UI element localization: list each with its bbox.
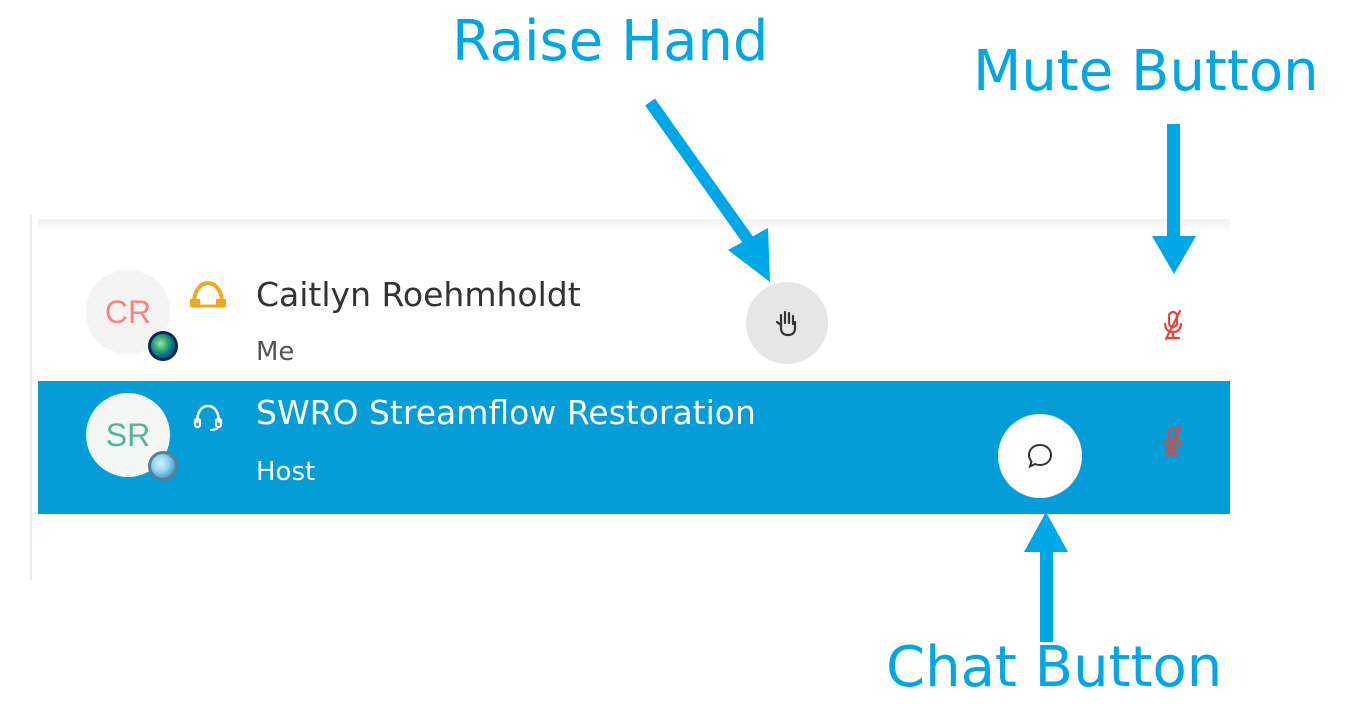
panel-divider — [30, 215, 32, 580]
participant-row-me[interactable]: CR Caitlyn Roehmholdt Me — [38, 265, 1230, 389]
participant-role: Me — [256, 337, 295, 367]
chat-button[interactable] — [998, 414, 1082, 498]
participant-role: Host — [256, 457, 316, 487]
headset-icon — [190, 280, 226, 308]
webex-status-icon — [148, 331, 178, 361]
panel-header-shadow — [38, 219, 1230, 233]
participant-name: Caitlyn Roehmholdt — [256, 275, 581, 314]
mute-button[interactable] — [1148, 416, 1198, 466]
raise-hand-icon — [775, 310, 797, 337]
muted-mic-icon — [1163, 309, 1183, 341]
raise-hand-button[interactable] — [746, 282, 828, 364]
muted-mic-icon — [1163, 425, 1183, 457]
webex-status-icon — [148, 451, 178, 481]
mute-button-annotation: Mute Button — [973, 39, 1319, 104]
participant-row-host[interactable]: SR SWRO Streamflow Restoration Host — [38, 381, 1230, 514]
chat-button-annotation: Chat Button — [886, 635, 1223, 700]
mute-button[interactable] — [1148, 300, 1198, 350]
chat-bubble-icon — [1027, 443, 1053, 469]
avatar-initials: SR — [105, 416, 151, 453]
raise-hand-annotation: Raise Hand — [452, 9, 769, 74]
avatar-initials: CR — [104, 293, 152, 330]
participant-name: SWRO Streamflow Restoration — [256, 393, 756, 432]
headset-icon — [193, 404, 223, 431]
participant-panel: CR Caitlyn Roehmholdt Me SR SWRO Streamf… — [30, 215, 1230, 580]
